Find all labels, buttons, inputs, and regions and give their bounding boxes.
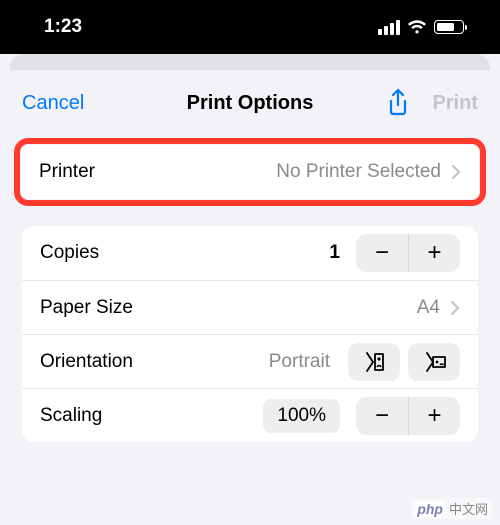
- status-icons: [378, 20, 464, 35]
- chevron-right-icon: [451, 164, 461, 180]
- options-group: Copies 1 − + Paper Size A4 Orientation P…: [22, 226, 478, 442]
- watermark: php 中文网: [411, 498, 492, 519]
- print-options-sheet: Cancel Print Options Print Printer No Pr…: [0, 70, 500, 525]
- wifi-icon: [407, 20, 427, 35]
- status-bar: 1:23: [0, 0, 500, 54]
- copies-label: Copies: [40, 242, 99, 264]
- highlight-annotation: Printer No Printer Selected: [14, 138, 486, 206]
- copies-row: Copies 1 − +: [22, 226, 478, 280]
- copies-plus-button[interactable]: +: [408, 234, 460, 272]
- page-title: Print Options: [187, 92, 314, 115]
- paper-size-label: Paper Size: [40, 297, 133, 319]
- printer-row[interactable]: Printer No Printer Selected: [21, 145, 479, 199]
- scaling-minus-button[interactable]: −: [356, 397, 408, 435]
- copies-value: 1: [312, 242, 340, 264]
- orientation-portrait-button[interactable]: [348, 343, 400, 381]
- paper-size-value: A4: [417, 297, 440, 319]
- battery-icon: [434, 20, 464, 34]
- watermark-text: 中文网: [449, 499, 488, 518]
- cancel-button[interactable]: Cancel: [22, 92, 84, 115]
- orientation-value: Portrait: [269, 351, 330, 373]
- status-time: 1:23: [44, 16, 82, 38]
- scaling-label: Scaling: [40, 405, 102, 427]
- share-icon[interactable]: [386, 88, 410, 118]
- printer-value: No Printer Selected: [276, 161, 441, 183]
- paper-size-row[interactable]: Paper Size A4: [22, 280, 478, 334]
- copies-minus-button[interactable]: −: [356, 234, 408, 272]
- orientation-label: Orientation: [40, 351, 133, 373]
- print-button[interactable]: Print: [432, 92, 478, 115]
- cellular-signal-icon: [378, 20, 400, 35]
- scaling-plus-button[interactable]: +: [408, 397, 460, 435]
- nav-bar: Cancel Print Options Print: [0, 74, 500, 132]
- copies-stepper: − +: [356, 234, 460, 272]
- printer-label: Printer: [39, 161, 95, 183]
- scaling-value[interactable]: 100%: [263, 399, 340, 433]
- orientation-landscape-button[interactable]: [408, 343, 460, 381]
- scaling-stepper: − +: [356, 397, 460, 435]
- chevron-right-icon: [450, 300, 460, 316]
- scaling-row: Scaling 100% − +: [22, 388, 478, 442]
- orientation-row: Orientation Portrait: [22, 334, 478, 388]
- watermark-logo: php: [415, 501, 445, 517]
